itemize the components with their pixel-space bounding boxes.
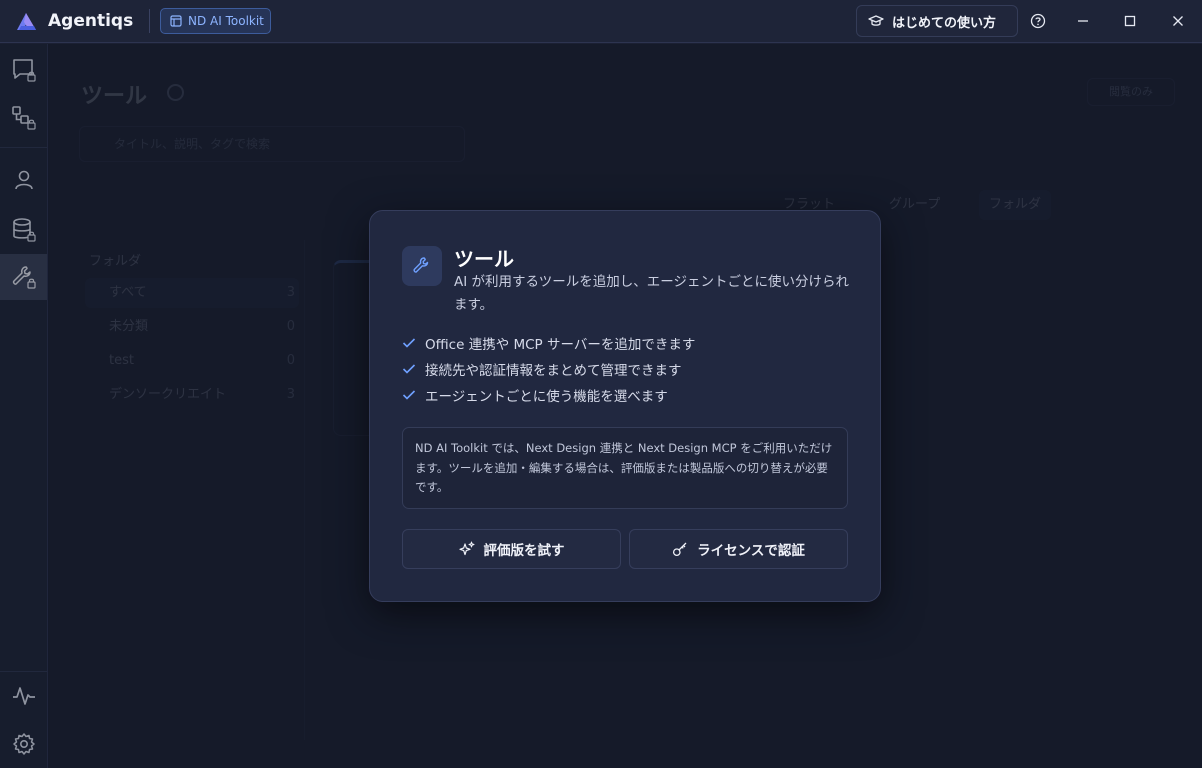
modal-wrench-icon (402, 246, 442, 286)
license-auth-button[interactable]: ライセンスで認証 (629, 529, 848, 569)
tools-intro-modal: ツール AI が利用するツールを追加し、エージェントごとに使い分けられます。 O… (369, 210, 881, 602)
check-icon (402, 364, 416, 374)
sparkles-icon (458, 541, 474, 556)
modal-description: AI が利用するツールを追加し、エージェントごとに使い分けられます。 (454, 274, 849, 313)
title-divider (149, 9, 150, 33)
license-auth-label: ライセンスで認証 (697, 543, 805, 559)
help-icon[interactable] (1029, 12, 1047, 30)
try-trial-button[interactable]: 評価版を試す (402, 529, 621, 569)
agentiqs-logo-icon (17, 13, 36, 30)
toolkit-badge-label: ND AI Toolkit (188, 14, 264, 28)
feature-text: 接続先や認証情報をまとめて管理できます (425, 363, 682, 379)
feature-item: エージェントごとに使う機能を選べます (402, 384, 668, 406)
title-bar: Agentiqs ND AI Toolkit はじめての使い方 (0, 0, 1202, 43)
feature-text: Office 連携や MCP サーバーを追加できます (425, 337, 696, 353)
graduation-cap-icon (868, 15, 884, 26)
license-notice: ND AI Toolkit では、Next Design 連携と Next De… (402, 427, 848, 509)
getting-started-button[interactable]: はじめての使い方 (856, 5, 1018, 37)
key-icon (673, 542, 687, 557)
check-icon (402, 338, 416, 348)
window-layout-icon (170, 15, 182, 27)
check-icon (402, 390, 416, 400)
maximize-icon[interactable] (1121, 12, 1139, 30)
feature-item: 接続先や認証情報をまとめて管理できます (402, 358, 682, 380)
try-trial-label: 評価版を試す (483, 543, 565, 559)
close-icon[interactable] (1169, 12, 1187, 30)
app-name: Agentiqs (48, 11, 134, 31)
minimize-icon[interactable] (1074, 12, 1092, 30)
feature-text: エージェントごとに使う機能を選べます (425, 389, 668, 405)
toolkit-badge[interactable]: ND AI Toolkit (160, 8, 271, 34)
feature-item: Office 連携や MCP サーバーを追加できます (402, 332, 695, 354)
getting-started-label: はじめての使い方 (892, 15, 997, 31)
modal-title: ツール (454, 247, 514, 271)
